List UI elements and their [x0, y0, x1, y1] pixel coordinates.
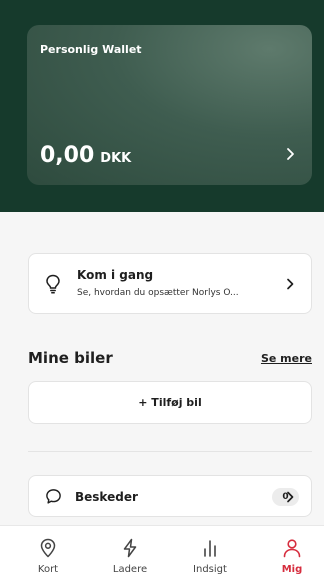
bottom-tab-bar: Kort Ladere Indsigt Mig: [0, 525, 324, 586]
chevron-right-icon: [287, 491, 294, 503]
wallet-card[interactable]: Personlig Wallet 0,00 DKK: [27, 25, 312, 185]
tab-mig[interactable]: Mig: [262, 526, 322, 586]
section-divider: [28, 451, 312, 452]
wallet-balance: 0,00 DKK: [40, 143, 131, 168]
add-car-label: + Tilføj bil: [138, 396, 202, 409]
tab-kort[interactable]: Kort: [18, 526, 78, 586]
lightbulb-icon: [46, 274, 60, 294]
person-icon: [283, 539, 301, 558]
getting-started-card[interactable]: Kom i gang Se, hvordan du opsætter Norly…: [28, 253, 312, 314]
wallet-title: Personlig Wallet: [40, 43, 142, 56]
chevron-right-icon: [287, 278, 294, 290]
tab-indsigt[interactable]: Indsigt: [180, 526, 240, 586]
messages-label: Beskeder: [75, 490, 138, 504]
wallet-currency: DKK: [100, 151, 132, 166]
wallet-amount: 0,00: [40, 143, 95, 168]
see-more-link[interactable]: Se mere: [261, 352, 312, 365]
messages-row[interactable]: Beskeder 0: [28, 475, 312, 517]
chevron-right-icon: [287, 148, 294, 160]
chat-bubble-icon: [46, 489, 61, 504]
tab-label: Indsigt: [193, 564, 227, 575]
my-cars-heading: Mine biler: [28, 349, 113, 367]
tab-label: Kort: [37, 564, 59, 575]
header-background: Personlig Wallet 0,00 DKK: [0, 0, 324, 212]
tab-label: Mig: [281, 564, 303, 575]
map-pin-icon: [40, 538, 56, 558]
lightning-icon: [123, 538, 137, 558]
tab-ladere[interactable]: Ladere: [100, 526, 160, 586]
bar-chart-icon: [204, 540, 216, 557]
getting-started-title: Kom i gang: [77, 268, 154, 282]
getting-started-subtitle: Se, hvordan du opsætter Norlys O...: [77, 288, 239, 298]
add-car-button[interactable]: + Tilføj bil: [28, 381, 312, 424]
tab-label: Ladere: [112, 564, 148, 575]
